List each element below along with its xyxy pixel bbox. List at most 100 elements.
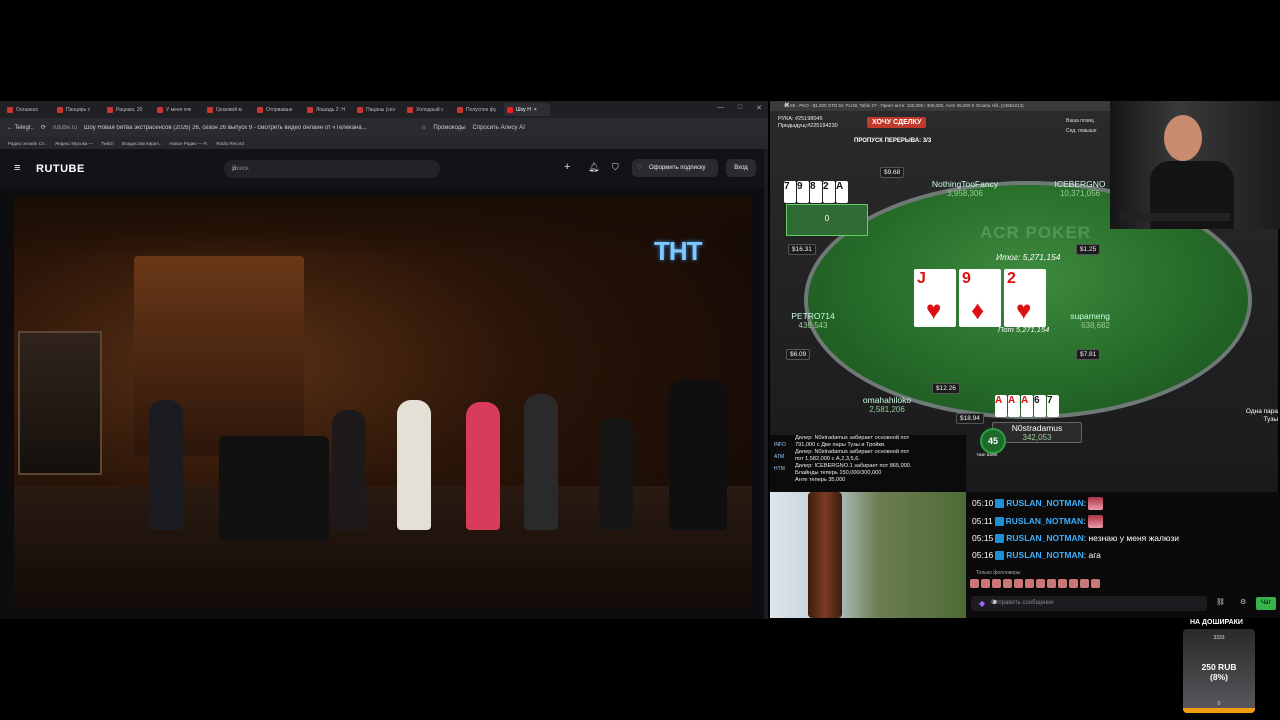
table-watermark: ACR POKER (980, 223, 1092, 242)
prev-hand[interactable]: Предыдущ:#225194230 (778, 123, 838, 130)
seat[interactable]: PETRO714 436,543 (770, 311, 856, 330)
close-icon[interactable]: × (534, 107, 537, 113)
search-icon[interactable]: ⌕ (232, 163, 434, 174)
bookmark[interactable]: Radio Record (216, 141, 244, 146)
log-line: 791,000 с Две пары Тузы и Тройки. (795, 442, 886, 448)
bell-icon[interactable]: 🔔︎ (588, 162, 599, 173)
tab-active[interactable]: Шоу Н × (504, 103, 550, 116)
bookmark[interactable]: Радио онлайн Сл.. (8, 141, 47, 146)
emote-icon[interactable] (970, 579, 979, 588)
video-table (219, 436, 329, 541)
seat[interactable]: ICEBERGNO 10,371,056 (1040, 179, 1120, 198)
bookmark-icon[interactable]: ☆ (421, 124, 426, 131)
emote-icon[interactable] (1014, 579, 1023, 588)
chat-message: 05:16 RUSLAN_NOTMAN: ага (972, 550, 1101, 561)
message-user[interactable]: RUSLAN_NOTMAN (1006, 533, 1083, 543)
bits-icon[interactable]: ◆ (979, 599, 985, 608)
tab[interactable]: Панцирь с (54, 103, 100, 116)
tab-label: Ouraaeus (16, 106, 38, 113)
emote-icon[interactable] (1036, 579, 1045, 588)
seat[interactable]: omahahiloko 2,581,206 (842, 395, 932, 414)
position-option[interactable]: Сед. повыше (1066, 126, 1097, 136)
player-stack: 3,958,306 (947, 189, 983, 198)
search-input[interactable]: Поиск ⌕ (224, 160, 440, 178)
emote-icon[interactable] (1091, 579, 1100, 588)
scrollbar[interactable] (764, 149, 768, 619)
opponent-card: 9 (797, 181, 809, 203)
tab[interactable]: Ouraaeus (4, 103, 50, 116)
hero-card: 7 (1047, 395, 1059, 417)
emote-icon[interactable] (1080, 579, 1089, 588)
tab[interactable]: Грозовой м (204, 103, 250, 116)
tab[interactable]: Пацаны (сез (354, 103, 400, 116)
seat[interactable]: supameng 638,682 (1024, 311, 1110, 330)
player-stack: 2,581,206 (869, 405, 905, 414)
tab[interactable]: Рацнаю, 20 (104, 103, 150, 116)
menu-icon[interactable]: ≡ (14, 162, 20, 174)
close-window-icon[interactable]: ✕ (756, 104, 762, 112)
url-host[interactable]: rutube.ru (53, 125, 77, 131)
emote-icon[interactable] (1025, 579, 1034, 588)
timebank-button[interactable]: 45 (980, 428, 1006, 454)
log-tab[interactable]: ATM (774, 451, 786, 463)
player-name: supameng (1070, 311, 1110, 321)
emote-icon[interactable] (981, 579, 990, 588)
emote-icon[interactable] (1069, 579, 1078, 588)
player-name: ICEBERGNO (1054, 179, 1106, 189)
tab[interactable]: У меня очк (154, 103, 200, 116)
bookmark[interactable]: Twitch (101, 141, 114, 146)
tab[interactable]: Полуспон фу (454, 103, 500, 116)
maximize-icon[interactable]: □ (738, 104, 742, 112)
add-icon[interactable]: + (564, 161, 570, 173)
page-title[interactable]: Шоу Новая битва экстрасенсов (2026) 26, … (84, 125, 414, 131)
emote-icon[interactable] (1003, 579, 1012, 588)
badge-icon (995, 551, 1005, 561)
refresh-icon[interactable]: ⟳ (41, 124, 46, 131)
subscribe-button[interactable]: ♡ Оформить подписку (632, 159, 718, 177)
tab-label: Панцирь с (66, 106, 91, 113)
emote-icon[interactable] (992, 579, 1001, 588)
back-button[interactable]: ← Telegr.. (7, 125, 34, 131)
bookmark[interactable]: Яндекс Музыка — (55, 141, 93, 146)
bookmark[interactable]: Новое Радио — Р.. (169, 141, 208, 146)
tab-label: Полуспон фу (466, 106, 497, 113)
close-icon[interactable]: ✕ (784, 101, 1106, 109)
gear-icon[interactable]: ⚙ (1240, 598, 1246, 606)
video-floor (14, 486, 752, 610)
tab-label: Грозовой м (216, 106, 242, 113)
position-option[interactable]: Ваша позиц (1066, 116, 1097, 126)
tab[interactable]: Оторвавше (254, 103, 300, 116)
points-icon[interactable]: ⛓ (1216, 598, 1225, 606)
tab-label: У меня очк (166, 106, 192, 113)
video-ceiling (14, 196, 752, 256)
message-user[interactable]: RUSLAN_NOTMAN (1006, 498, 1083, 508)
chat-send-button[interactable]: Чат (1256, 597, 1276, 610)
shield-icon[interactable]: ⛉ (612, 162, 619, 173)
emote-icon[interactable] (1058, 579, 1067, 588)
alice-link[interactable]: Спросить Алису AI (473, 125, 525, 131)
promo-link[interactable]: Промокоды (433, 125, 465, 131)
tab-label: Рацнаю, 20 (116, 106, 143, 113)
chat-input[interactable]: ◆ Отправить сообщение ☻ (971, 596, 1207, 611)
message-user[interactable]: RUSLAN_NOTMAN (1006, 550, 1083, 560)
minimize-icon[interactable]: — (717, 104, 724, 112)
bookmark[interactable]: Владислав Кирил.. (122, 141, 162, 146)
player-name: PETRO714 (791, 311, 835, 321)
video-player[interactable]: ТНТ (14, 196, 752, 610)
chat-message: 05:11 RUSLAN_NOTMAN: (972, 515, 1103, 528)
tab-label: Пацаны (сез (366, 106, 395, 113)
deal-button[interactable]: ХОЧУ СДЕЛКУ (867, 117, 927, 128)
emoji-icon[interactable]: ☻ (991, 599, 1203, 606)
emote-icon[interactable] (1047, 579, 1056, 588)
rutube-logo[interactable]: RUTUBE (36, 163, 85, 175)
tab[interactable]: Холодный с (404, 103, 450, 116)
seat[interactable]: NothingTooFancy 3,958,306 (920, 179, 1010, 198)
log-tab[interactable]: HTM (774, 463, 786, 475)
break-skip-button[interactable]: ПРОПУСК ПЕРЕРЫВА: 3/3 (854, 138, 931, 144)
log-line: Дилер: N0stradamus забирает основной пот (795, 449, 910, 455)
log-tab[interactable]: INFO (774, 439, 786, 451)
twitch-chat: 05:10 RUSLAN_NOTMAN: 05:11 RUSLAN_NOTMAN: … (966, 492, 1280, 618)
login-button[interactable]: Вход (726, 159, 756, 177)
tab[interactable]: Лошадь 2: Н (304, 103, 350, 116)
message-user[interactable]: RUSLAN_NOTMAN (1006, 516, 1083, 526)
